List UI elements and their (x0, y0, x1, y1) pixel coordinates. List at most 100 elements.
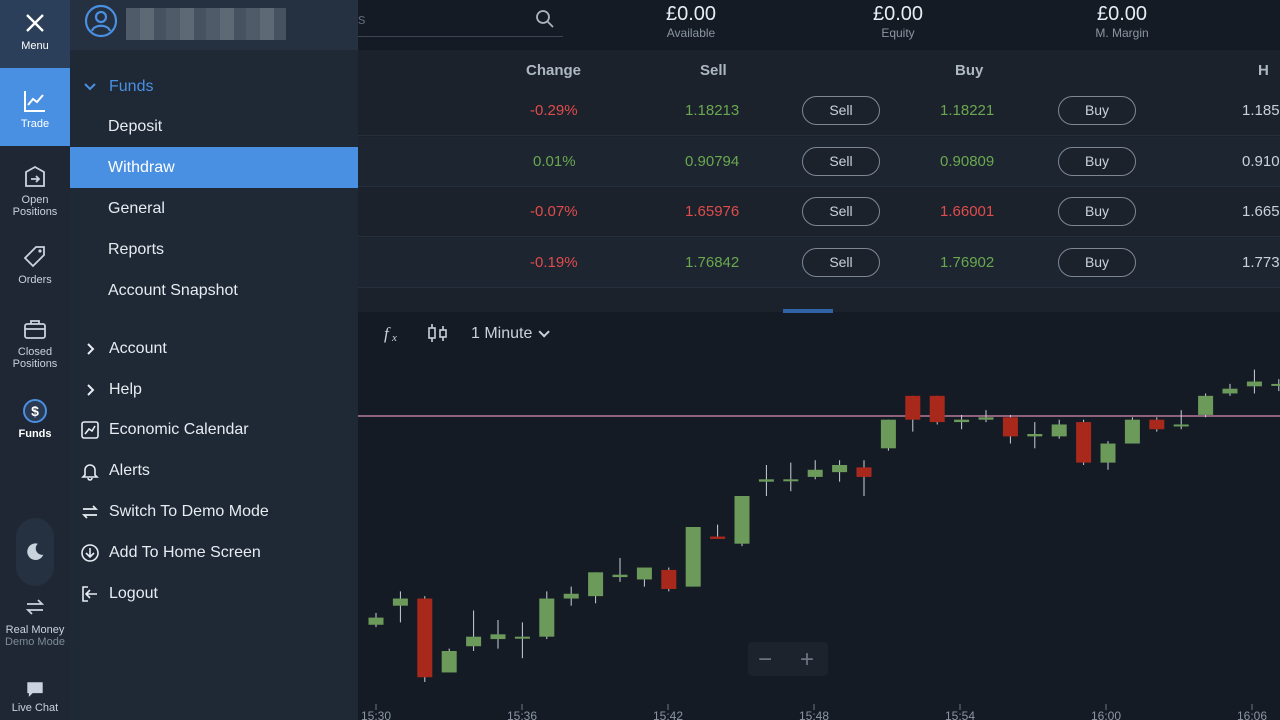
rail-trade-button[interactable]: Trade (0, 68, 70, 146)
candle-body-up (514, 636, 530, 639)
buy-button[interactable]: Buy (1058, 147, 1136, 176)
candle (514, 622, 530, 659)
menu-item-add-home[interactable]: Add To Home Screen (70, 532, 358, 573)
table-row[interactable]: -0.07% 1.65976 Sell 1.66001 Buy 1.665 (358, 187, 1280, 237)
x-axis-tick-label: 15:30 (361, 709, 391, 720)
rail-open-positions-label: Open Positions (12, 194, 58, 218)
price-chart[interactable]: 15:30 15:36 15:42 15:48 15:54 16:00 16:06 fx 1… (358, 309, 1280, 720)
equity-value: £0.00 (872, 3, 924, 25)
chevron-down-icon (538, 326, 551, 338)
username-redacted (126, 8, 286, 40)
logout-icon (82, 586, 97, 602)
buy-button[interactable]: Buy (1058, 197, 1136, 226)
candle (441, 648, 457, 673)
candle-body-up (978, 417, 994, 420)
menu-item-switch-demo[interactable]: Switch To Demo Mode (70, 491, 358, 532)
menu-item-logout[interactable]: Logout (70, 573, 358, 614)
balance-equity: £0.00 Equity (838, 2, 958, 40)
open-positions-icon (25, 165, 45, 187)
menu-item-withdraw[interactable]: Withdraw (70, 147, 358, 188)
rail-menu-button[interactable]: Menu (0, 0, 70, 68)
rail-closed-positions-button[interactable]: Closed Positions (0, 316, 70, 376)
table-row[interactable]: -0.19% 1.76842 Sell 1.76902 Buy 1.773 (358, 238, 1280, 288)
margin-value: £0.00 (1096, 3, 1148, 25)
table-row[interactable]: 0.01% 0.90794 Sell 0.90809 Buy 0.910 (358, 137, 1280, 187)
indicator-fx-icon[interactable]: fx (382, 322, 404, 344)
balance-margin: £0.00 M. Margin (1062, 2, 1182, 40)
candle-body-up (490, 634, 506, 640)
x-axis-tick-label: 15:54 (945, 709, 975, 720)
rail-live-chat-button[interactable]: Live Chat (0, 680, 70, 720)
briefcase-icon (24, 320, 46, 339)
x-axis-tick-label: 15:36 (507, 709, 537, 720)
menu-section-funds[interactable]: Funds (70, 66, 358, 107)
menu-header (70, 0, 358, 50)
rail-closed-positions-label: Closed Positions (12, 346, 58, 370)
candle-body-up (783, 479, 799, 482)
user-avatar-icon[interactable] (84, 4, 118, 38)
rail-orders-button[interactable]: Orders (0, 244, 70, 294)
candle-body-up (1124, 419, 1140, 444)
timeframe-dropdown[interactable]: 1 Minute (471, 325, 551, 343)
candle-body-up (1173, 424, 1189, 427)
menu-economic-calendar-label: Economic Calendar (109, 421, 249, 438)
zoom-out-button[interactable]: − (758, 646, 772, 674)
sell-button[interactable]: Sell (802, 96, 880, 125)
candle (612, 558, 628, 582)
candle (954, 414, 970, 430)
col-sell-header: Sell (700, 62, 727, 79)
buy-button[interactable]: Buy (1058, 248, 1136, 277)
candle-type-icon[interactable] (426, 322, 450, 344)
candle-body-down (417, 598, 433, 678)
menu-general-label: General (108, 200, 165, 217)
search-input[interactable]: s (358, 11, 366, 28)
high-cell: 1.185 (1242, 102, 1280, 119)
bell-icon (81, 464, 99, 481)
menu-section-help[interactable]: Help (70, 369, 358, 410)
menu-item-economic-calendar[interactable]: Economic Calendar (70, 409, 358, 450)
sell-button[interactable]: Sell (802, 197, 880, 226)
calendar-chart-icon (81, 421, 99, 439)
x-axis-tick-label: 16:06 (1237, 709, 1267, 720)
rail-mode-switch[interactable]: Real Money Demo Mode (0, 594, 70, 654)
candle (734, 496, 750, 547)
candle (588, 572, 604, 604)
sell-button[interactable]: Sell (802, 147, 880, 176)
candle-body-up (441, 651, 457, 673)
search-icon[interactable] (534, 8, 556, 30)
menu-account-label: Account (109, 340, 167, 357)
sell-price-cell: 1.65976 (685, 203, 740, 220)
candle (783, 462, 799, 492)
chart-toolbar: fx 1 Minute (358, 312, 1280, 356)
candle (1198, 393, 1214, 418)
candle (929, 395, 945, 425)
sell-price-cell: 0.90794 (685, 153, 740, 170)
candle-body-down (929, 395, 945, 423)
menu-item-alerts[interactable]: Alerts (70, 450, 358, 491)
candle (710, 524, 726, 539)
zoom-in-button[interactable]: + (800, 646, 814, 674)
table-row[interactable]: -0.29% 1.18213 Sell 1.18221 Buy 1.185 (358, 86, 1280, 136)
dark-mode-toggle[interactable] (16, 518, 54, 586)
left-rail: Menu Trade Open Positions Orders Closed … (0, 0, 70, 720)
high-cell: 0.910 (1242, 153, 1280, 170)
menu-section-account[interactable]: Account (70, 328, 358, 369)
rail-funds-label: Funds (18, 428, 52, 440)
sell-button[interactable]: Sell (802, 248, 880, 277)
candle-body-up (1246, 381, 1262, 387)
col-high-header: H (1258, 62, 1269, 79)
menu-item-deposit[interactable]: Deposit (70, 106, 358, 147)
balance-available: £0.00 Available (631, 2, 751, 40)
buy-price-cell: 1.66001 (940, 203, 995, 220)
menu-item-general[interactable]: General (70, 188, 358, 229)
buy-button[interactable]: Buy (1058, 96, 1136, 125)
menu-item-account-snapshot[interactable]: Account Snapshot (70, 270, 358, 311)
candle-body-up (612, 574, 628, 578)
menu-item-reports[interactable]: Reports (70, 229, 358, 270)
menu-logout-label: Logout (109, 585, 158, 602)
high-cell: 1.773 (1242, 254, 1280, 271)
svg-text:x: x (391, 332, 397, 344)
rail-funds-button[interactable]: $ Funds (0, 398, 70, 448)
chart-line-icon (24, 91, 45, 112)
rail-open-positions-button[interactable]: Open Positions (0, 158, 70, 228)
